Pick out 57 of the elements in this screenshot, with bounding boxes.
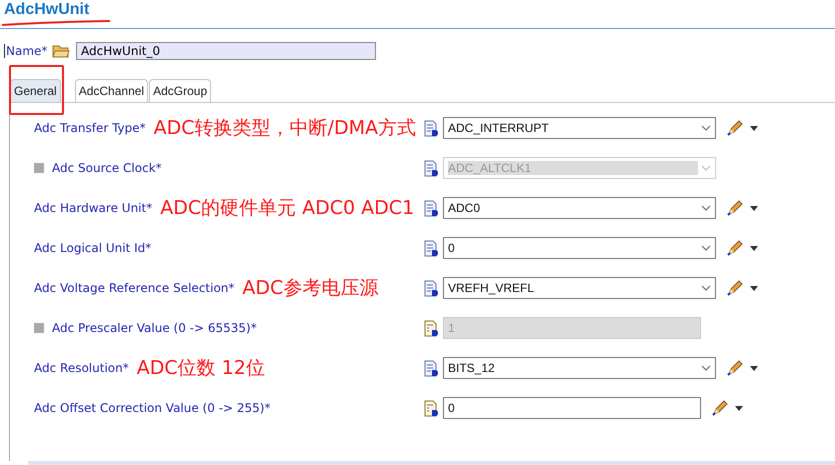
edit-button[interactable] xyxy=(726,119,758,137)
name-field[interactable]: AdcHwUnit_0 xyxy=(76,42,376,60)
dropdown[interactable]: ADC0 xyxy=(443,197,716,219)
chevron-icon xyxy=(701,205,711,211)
chevron-icon xyxy=(701,245,711,251)
dropdown[interactable]: VREFH_VREFL xyxy=(443,277,716,299)
annotation-text: ADC位数 12位 xyxy=(136,356,265,381)
parameter-label: Adc Resolution* xyxy=(34,361,129,375)
edit-button[interactable] xyxy=(726,199,758,217)
document-icon xyxy=(423,280,439,296)
pencil-icon xyxy=(726,359,744,377)
parameter-label: Adc Source Clock* xyxy=(52,161,162,175)
caret-icon xyxy=(735,406,743,410)
edit-button[interactable] xyxy=(711,399,743,417)
edit-button[interactable] xyxy=(726,279,758,297)
tab[interactable]: AdcChannel xyxy=(74,79,148,102)
chevron-icon xyxy=(701,125,711,131)
caret-icon xyxy=(750,366,758,370)
parameter-label: Adc Voltage Reference Selection* xyxy=(34,281,234,295)
caret-icon xyxy=(750,206,758,210)
tab[interactable]: General xyxy=(10,79,61,102)
dropdown[interactable]: ADC_INTERRUPT xyxy=(443,117,716,139)
parameter-label: Adc Offset Correction Value (0 -> 255)* xyxy=(34,401,270,415)
pencil-icon xyxy=(726,239,744,257)
annotation-text: ADC参考电压源 xyxy=(242,276,378,301)
document-icon xyxy=(423,120,439,136)
chevron-icon xyxy=(701,165,711,171)
pencil-icon xyxy=(726,119,744,137)
document-icon xyxy=(423,240,439,256)
input-field[interactable]: 0 xyxy=(443,397,701,419)
dropdown[interactable]: 0 xyxy=(443,237,716,259)
edit-button[interactable] xyxy=(726,239,758,257)
folder-icon xyxy=(52,44,70,58)
chevron-icon xyxy=(701,285,711,291)
caret-icon xyxy=(750,286,758,290)
parameter-label: Adc Hardware Unit* xyxy=(34,201,152,215)
document-icon xyxy=(423,400,439,416)
pencil-icon xyxy=(726,279,744,297)
parameter-label: Adc Logical Unit Id* xyxy=(34,241,152,255)
chevron-icon xyxy=(701,365,711,371)
page-title: AdcHwUnit xyxy=(4,0,90,19)
caret-icon xyxy=(750,246,758,250)
document-icon xyxy=(423,200,439,216)
caret-icon xyxy=(750,126,758,130)
annotation-text: ADC的硬件单元 ADC0 ADC1 xyxy=(160,196,414,221)
parameter-label: Adc Transfer Type* xyxy=(34,121,146,135)
tab[interactable]: AdcGroup xyxy=(149,79,212,102)
edit-button[interactable] xyxy=(726,359,758,377)
annotation-text: ADC转换类型，中断/DMA方式 xyxy=(154,116,416,141)
document-icon xyxy=(423,360,439,376)
document-icon xyxy=(423,320,439,336)
document-icon xyxy=(423,160,439,176)
parameter-label: Adc Prescaler Value (0 -> 65535)* xyxy=(52,321,257,335)
pencil-icon xyxy=(726,199,744,217)
highlight-frame xyxy=(9,65,64,115)
dropdown[interactable]: BITS_12 xyxy=(443,357,716,379)
pencil-icon xyxy=(711,399,729,417)
